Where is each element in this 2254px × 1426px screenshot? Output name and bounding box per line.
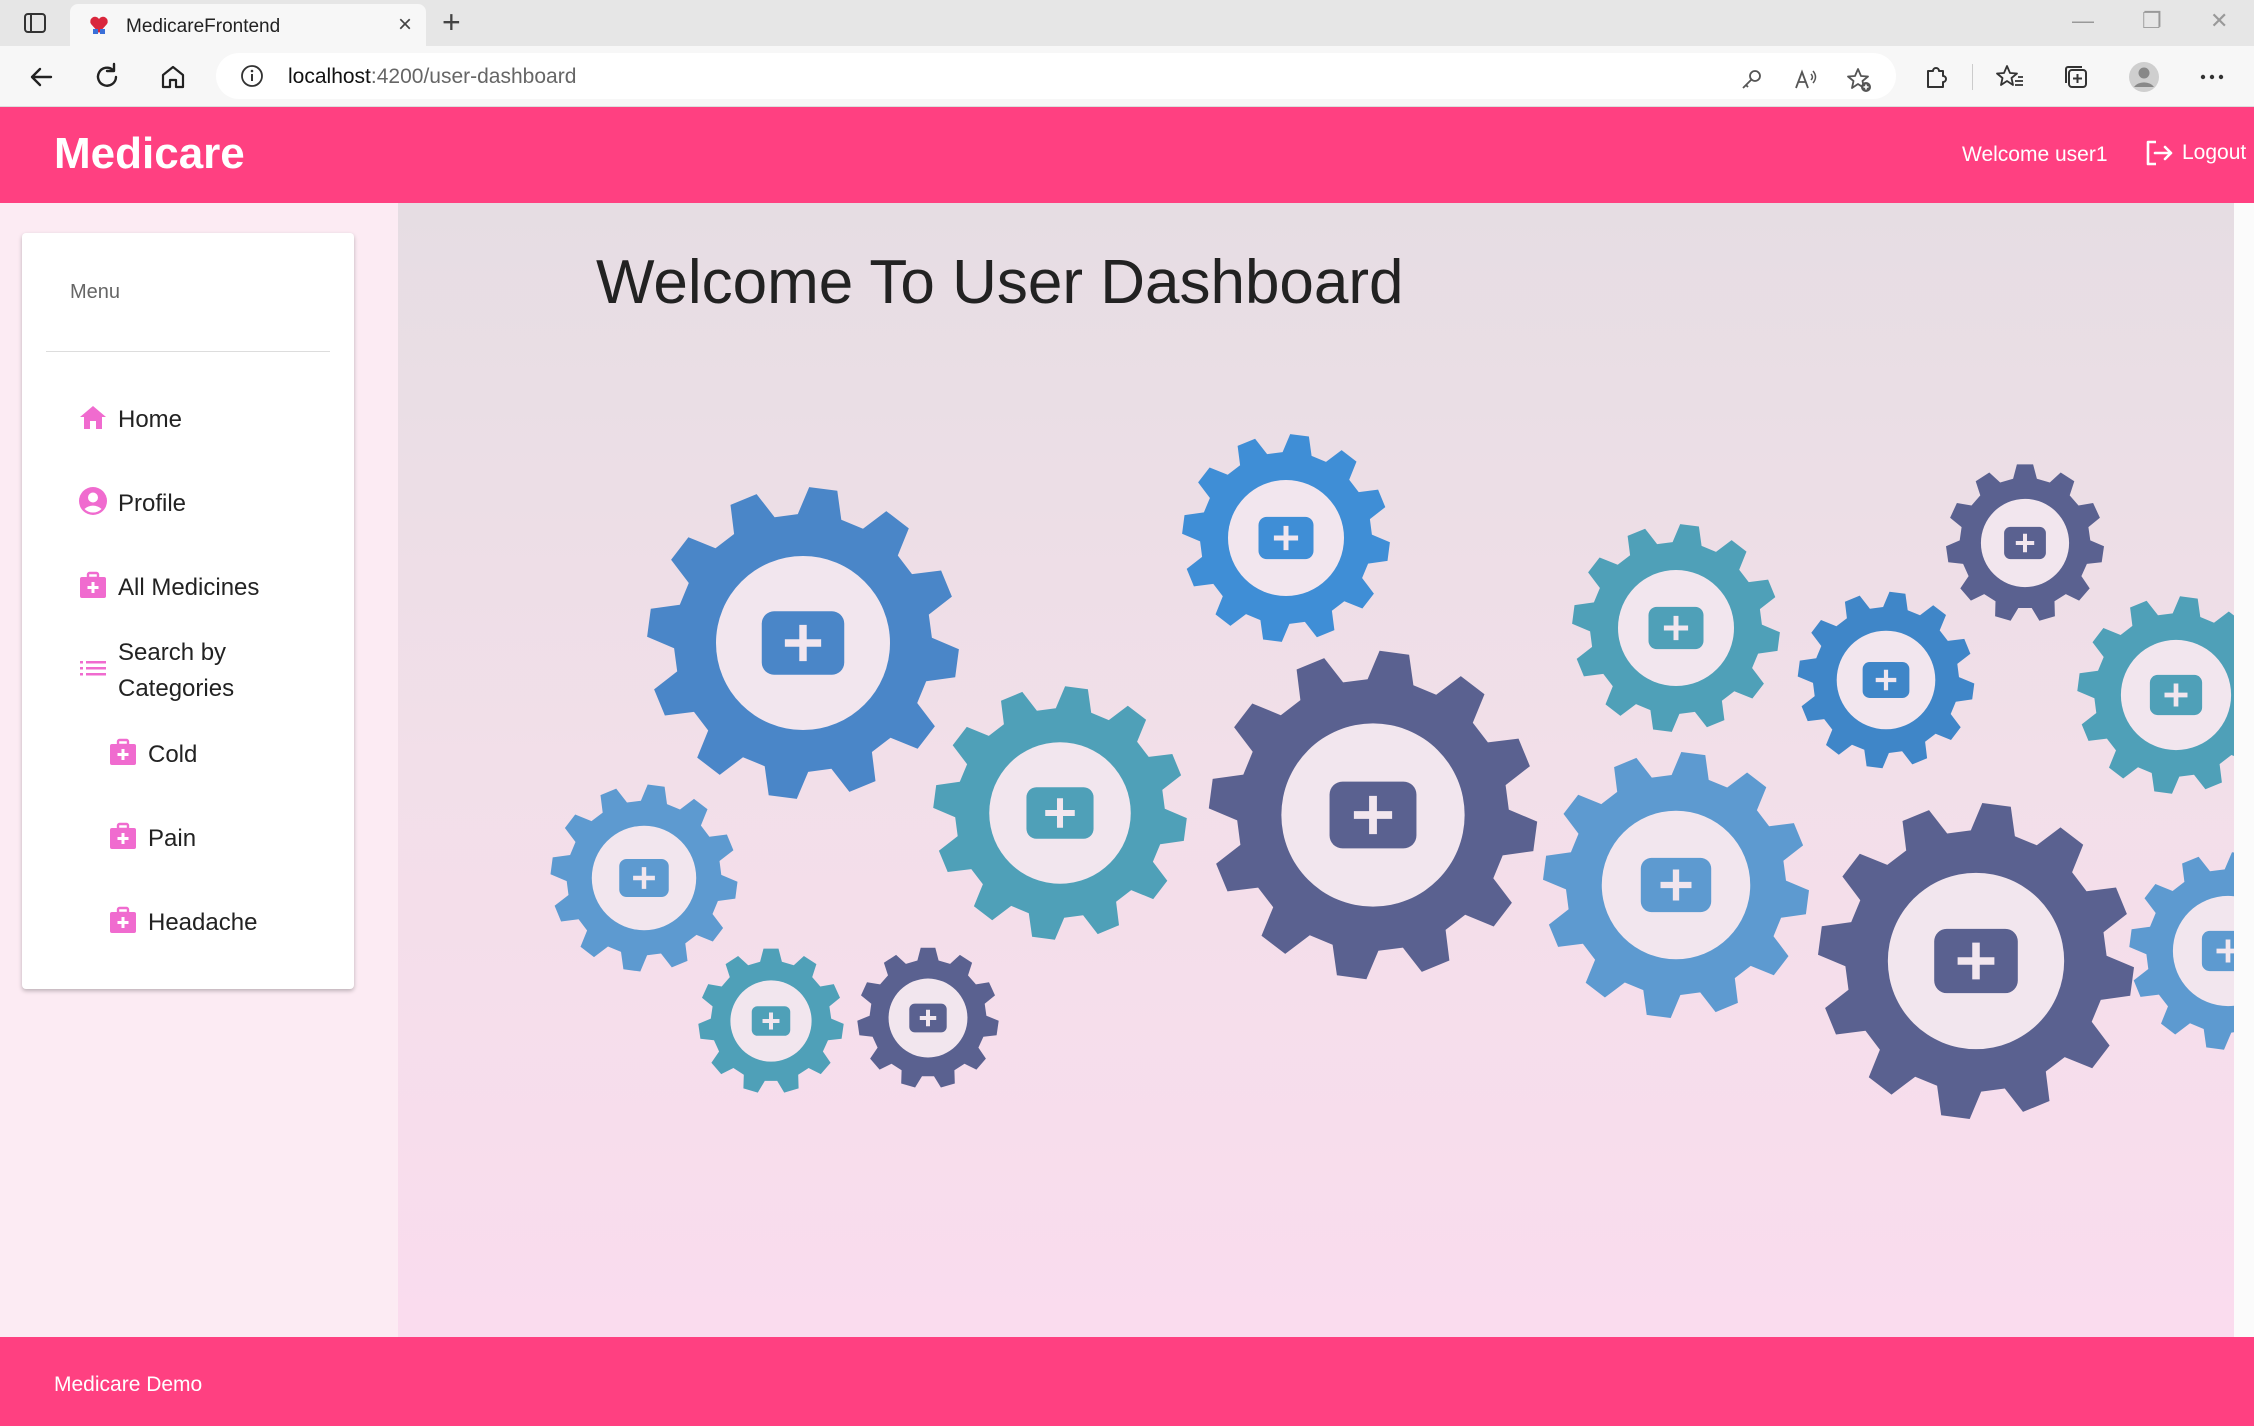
menu-card: Menu Home Profile All Medicines Search b… [22, 233, 354, 989]
browser-toolbar: localhost:4200/user-dashboard [0, 46, 2254, 107]
medical-bag-icon [110, 906, 136, 933]
address-bar[interactable]: localhost:4200/user-dashboard [216, 53, 1896, 99]
footer-text: Medicare Demo [54, 1373, 203, 1396]
home-icon [80, 406, 106, 429]
browser-tab[interactable]: MedicareFrontend × [70, 4, 426, 46]
sidebar-item-home[interactable]: Home [78, 402, 182, 438]
menu-title: Menu [70, 281, 121, 303]
sidebar-item-label: Pain [148, 825, 197, 852]
read-aloud-icon[interactable] [1790, 65, 1820, 95]
footer: Medicare Demo [0, 1337, 2254, 1426]
site-info-icon[interactable] [240, 64, 264, 88]
url-text: localhost:4200/user-dashboard [288, 65, 576, 89]
refresh-icon[interactable] [90, 60, 124, 94]
close-window-icon[interactable]: ✕ [2210, 8, 2228, 34]
account-circle-icon [79, 487, 107, 515]
new-tab-icon[interactable]: + [442, 6, 461, 38]
favorites-icon[interactable] [1994, 61, 2026, 93]
url-path: :4200/user-dashboard [370, 65, 577, 88]
sidebar-item-label: Home [118, 406, 183, 433]
welcome-text: Welcome user1 [1962, 143, 2108, 166]
sidebar-item-label: Search by Categories [118, 639, 235, 702]
medical-bag-icon [110, 738, 136, 765]
more-options-icon[interactable] [2196, 61, 2228, 93]
sidebar-item-all-medicines[interactable]: All Medicines [78, 570, 259, 606]
gear-group [550, 434, 2234, 1119]
scrollbar-track[interactable] [2234, 203, 2254, 1337]
list-icon [80, 661, 106, 676]
home-browser-icon[interactable] [156, 60, 190, 94]
profile-avatar-icon[interactable] [2128, 61, 2160, 93]
tab-actions-icon[interactable] [22, 10, 48, 36]
back-icon[interactable] [24, 60, 58, 94]
medical-bag-icon [110, 822, 136, 849]
sidebar-item-pain[interactable]: Pain [108, 821, 196, 857]
app-header: Medicare Welcome user1 Logout [0, 107, 2254, 203]
url-host: localhost [288, 65, 371, 88]
close-tab-icon[interactable]: × [398, 12, 412, 38]
brand-title[interactable]: Medicare [54, 129, 245, 179]
main-content: Welcome To User Dashboard [398, 203, 2234, 1337]
sidebar-item-label: All Medicines [118, 574, 260, 601]
sidebar-item-label: Headache [148, 909, 258, 936]
sidebar-item-label: Profile [118, 490, 187, 517]
browser-tab-bar: MedicareFrontend × + — ❐ ✕ [0, 0, 2254, 46]
tab-title: MedicareFrontend [126, 16, 281, 37]
collections-icon[interactable] [2060, 61, 2092, 93]
sidebar-item-search-by-categories[interactable]: Search by Categories [78, 635, 278, 707]
menu-divider [46, 351, 330, 352]
toolbar-divider [1972, 64, 1973, 90]
logout-label: Logout [2182, 141, 2247, 164]
medical-bag-icon [80, 571, 106, 598]
medical-gears-illustration [550, 434, 2234, 1119]
sidebar-item-profile[interactable]: Profile [78, 486, 186, 522]
sidebar-item-label: Cold [148, 741, 198, 768]
minimize-icon[interactable]: — [2072, 8, 2094, 34]
sidebar-item-cold[interactable]: Cold [108, 737, 197, 773]
logout-button[interactable]: Logout [2142, 135, 2246, 171]
sidebar-item-headache[interactable]: Headache [108, 905, 257, 941]
add-favorite-icon[interactable] [1844, 65, 1874, 95]
key-icon[interactable] [1736, 65, 1766, 95]
extensions-icon[interactable] [1920, 61, 1952, 93]
logout-icon [2146, 140, 2173, 166]
restore-icon[interactable]: ❐ [2142, 8, 2162, 34]
heart-favicon-icon [90, 16, 108, 34]
